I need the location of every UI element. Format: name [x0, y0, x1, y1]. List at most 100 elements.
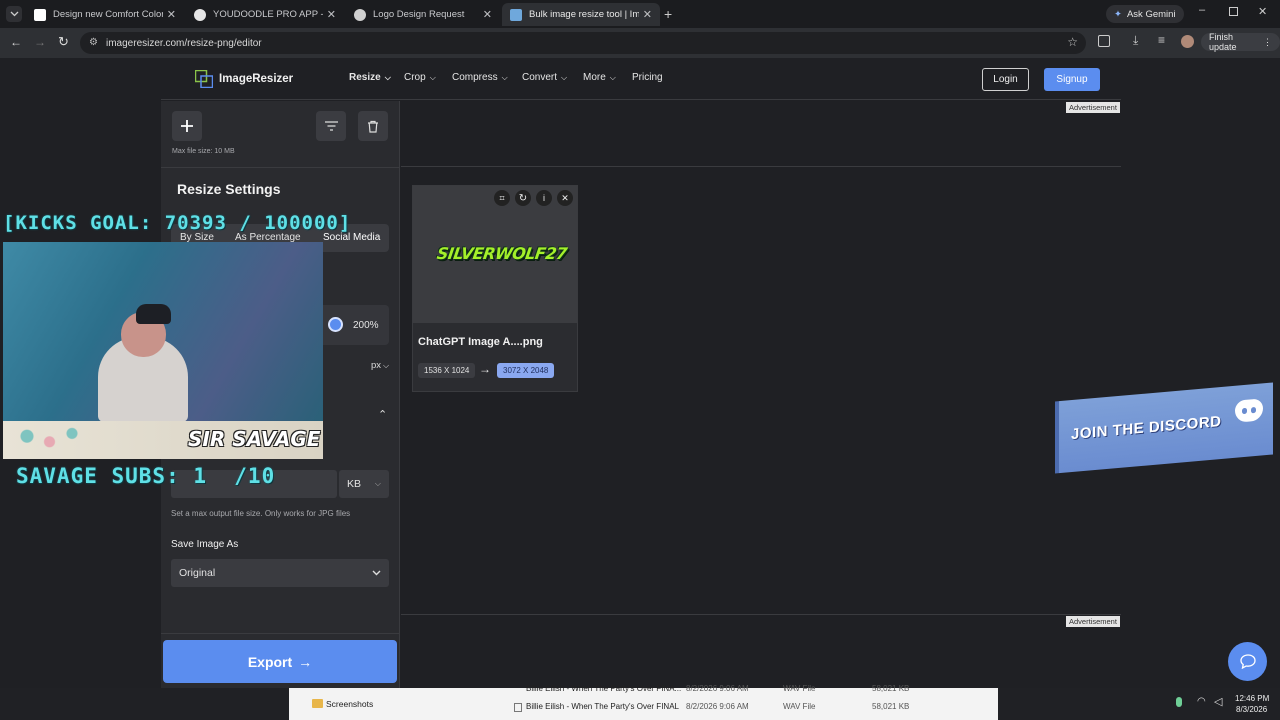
file-size-help: Set a max output file size. Only works f… — [171, 509, 351, 518]
close-tab-icon[interactable]: ✕ — [327, 8, 336, 21]
file-date: 8/2/2026 9:06 AM — [686, 702, 749, 711]
streamer-banner: SIR SAVAGE — [3, 421, 323, 459]
browser-tab-2[interactable]: YOUDOODLE PRO APP - Googl ✕ — [186, 3, 344, 26]
nav-label: More — [583, 72, 606, 83]
nav-resize[interactable]: Resize ⌵ — [349, 72, 391, 83]
rotate-icon[interactable]: ↻ — [515, 190, 531, 206]
nav-more[interactable]: More ⌵ — [583, 72, 616, 83]
crop-icon[interactable]: ⌗ — [494, 190, 510, 206]
bookmark-star-icon[interactable]: ☆ — [1067, 35, 1078, 49]
ad-label-bottom: Advertisement — [1066, 616, 1120, 627]
tab-label: Logo Design Request — [373, 9, 465, 20]
slider-value: 200% — [353, 320, 379, 331]
plus-icon — [181, 120, 193, 132]
file-name: Billie Eilish - When The Party's Over FI… — [526, 684, 682, 693]
discord-eye-right — [1251, 406, 1256, 414]
profile-avatar[interactable] — [1181, 35, 1194, 48]
save-as-label: Save Image As — [171, 539, 239, 550]
ask-gemini-button[interactable]: ✦ Ask Gemini — [1106, 5, 1184, 23]
browser-tab-4[interactable]: Bulk image resize tool | ImageR ✕ — [502, 3, 660, 26]
site-logo[interactable]: ImageResizer — [195, 70, 293, 88]
site-info-icon[interactable]: ⚙ — [89, 37, 98, 48]
clock-date[interactable]: 8/3/2026 — [1236, 705, 1267, 714]
finish-update-button[interactable]: Finish update ⋮ — [1201, 32, 1280, 52]
subs-goal-overlay: SAVAGE SUBS: 1 /10 — [16, 464, 276, 488]
sort-filter-button[interactable] — [316, 111, 346, 141]
forward-icon[interactable]: → — [34, 35, 46, 49]
filter-icon — [324, 121, 338, 131]
volume-tray-icon[interactable]: ◁ — [1214, 695, 1222, 708]
streamer-cap — [136, 304, 171, 324]
chevron-down-icon: ⌵ — [429, 72, 436, 82]
download-icon[interactable]: ⤓ — [1133, 33, 1138, 48]
chat-support-button[interactable] — [1228, 642, 1267, 681]
close-window-icon[interactable]: ✕ — [1258, 5, 1267, 18]
collapse-section-icon[interactable]: ⌃ — [378, 408, 387, 421]
browser-tab-1[interactable]: Design new Comfort Colors Ga ✕ — [26, 3, 184, 26]
nav-crop[interactable]: Crop ⌵ — [404, 72, 436, 83]
login-label: Login — [993, 74, 1018, 85]
close-tab-icon[interactable]: ✕ — [483, 8, 492, 21]
unit-select[interactable]: px ⌵ — [371, 360, 389, 371]
ad-area-top — [401, 101, 1121, 167]
nav-convert[interactable]: Convert ⌵ — [522, 72, 567, 83]
gemini-icon: ✦ — [1114, 8, 1122, 20]
nav-pricing[interactable]: Pricing — [632, 72, 663, 83]
nav-compress[interactable]: Compress ⌵ — [452, 72, 508, 83]
clock-time[interactable]: 12:46 PM — [1235, 694, 1269, 703]
file-name: Billie Eilish - When The Party's Over FI… — [526, 702, 679, 711]
login-button[interactable]: Login — [982, 68, 1029, 91]
folder-label[interactable]: Screenshots — [326, 699, 373, 709]
wifi-tray-icon[interactable]: ◠ — [1197, 696, 1206, 707]
back-icon[interactable]: ← — [10, 35, 22, 49]
tab-favicon-icon — [510, 8, 522, 21]
restore-window-icon[interactable] — [1229, 7, 1238, 16]
join-discord-text: JOIN THE DISCORD — [1071, 412, 1222, 444]
more-vertical-icon: ⋮ — [1263, 36, 1272, 47]
nav-label: Crop — [404, 72, 426, 83]
signup-button[interactable]: Signup — [1044, 68, 1100, 91]
nav-label: Convert — [522, 72, 558, 83]
url-input[interactable]: ⚙ imageresizer.com/resize-png/editor ☆ — [80, 32, 1086, 54]
info-icon[interactable]: i — [536, 190, 552, 206]
close-tab-icon[interactable]: ✕ — [167, 8, 176, 21]
save-as-select[interactable]: Original — [171, 559, 389, 587]
file-icon — [514, 703, 522, 712]
reload-icon[interactable]: ↻ — [58, 34, 69, 50]
file-row-1[interactable]: Billie Eilish - When The Party's Over FI… — [514, 684, 914, 696]
ask-gemini-label: Ask Gemini — [1126, 8, 1176, 20]
chevron-down-icon: ⌵ — [501, 72, 508, 82]
extensions-icon[interactable] — [1098, 35, 1110, 47]
remove-image-icon[interactable]: ✕ — [557, 190, 573, 206]
tab-search-button[interactable] — [6, 6, 22, 22]
file-size: 58,021 KB — [872, 702, 910, 711]
chevron-down-icon: ⌵ — [374, 479, 381, 488]
silverwolf-logo-image: SILVERWOLF27 — [435, 244, 569, 263]
file-row-2[interactable]: Billie Eilish - When The Party's Over FI… — [514, 702, 914, 714]
browser-tab-3[interactable]: Logo Design Request ✕ — [346, 3, 500, 26]
chevron-down-icon — [10, 11, 18, 17]
kb-select[interactable]: KB ⌵ — [339, 470, 389, 498]
delete-all-button[interactable] — [358, 111, 388, 141]
original-dimensions: 1536 X 1024 — [418, 363, 476, 378]
close-tab-icon[interactable]: ✕ — [643, 8, 652, 21]
add-image-button[interactable] — [172, 111, 202, 141]
nav-label: Resize — [349, 72, 381, 83]
media-controls-icon[interactable]: ≡ — [1158, 33, 1165, 47]
signup-label: Signup — [1056, 74, 1088, 85]
tab-label: YOUDOODLE PRO APP - Googl — [213, 9, 323, 20]
max-file-size-note: Max file size: 10 MB — [172, 148, 235, 155]
ad-area-bottom — [401, 614, 1121, 688]
url-text: imageresizer.com/resize-png/editor — [106, 37, 262, 49]
tab-favicon-icon — [194, 8, 206, 21]
new-tab-icon[interactable]: + — [664, 6, 672, 22]
chevron-down-icon: ⌵ — [383, 360, 390, 370]
resize-settings-title: Resize Settings — [177, 181, 281, 197]
export-button[interactable]: Export → — [163, 640, 397, 683]
file-type: WAV File — [783, 684, 816, 693]
slider-thumb[interactable] — [328, 317, 343, 332]
export-label: Export — [247, 653, 293, 670]
microphone-tray-icon[interactable] — [1176, 697, 1182, 707]
minimize-window-icon[interactable]: – — [1199, 4, 1205, 16]
image-filename: ChatGPT Image A....png — [418, 336, 543, 348]
